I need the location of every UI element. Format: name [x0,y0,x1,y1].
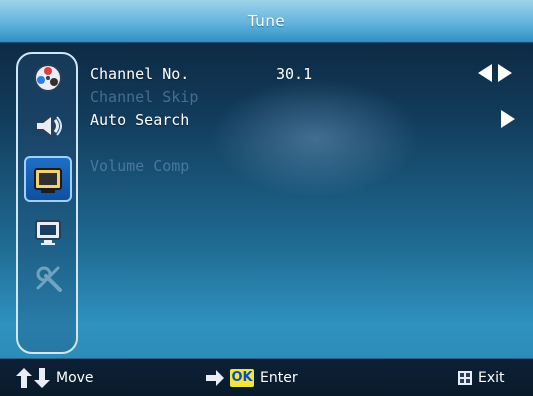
move-hint-label: Move [56,370,94,386]
menu-grid-icon [458,371,472,385]
right-arrow-icon [206,370,224,386]
menu-item-label: Channel No. [90,65,190,83]
tools-icon[interactable] [32,262,64,294]
tv-tune-icon[interactable] [32,164,64,196]
menu-item-label: Volume Comp [90,157,190,175]
color-wheel-icon[interactable] [32,62,64,94]
menu-sidebar [16,52,78,354]
exit-hint: Exit [458,359,505,396]
menu-item-label: Auto Search [90,111,190,129]
ok-badge: OK [230,369,254,387]
menu-item-channel-skip[interactable]: Channel Skip [90,86,198,108]
tv-osd-screen: Tune Channel No. 30.1 Channel Skip Auto … [0,0,533,396]
exit-hint-label: Exit [478,370,505,386]
left-right-icon[interactable] [478,64,512,82]
menu-item-auto-search[interactable]: Auto Search [90,109,189,131]
menu-item-label: Channel Skip [90,88,199,106]
menu-item-volume-comp[interactable]: Volume Comp [90,155,189,177]
menu-item-channel-no[interactable]: Channel No. [90,63,189,85]
hint-bar: Move OK Enter Exit [0,358,533,396]
enter-hint: OK Enter [206,359,298,396]
monitor-icon[interactable] [32,216,64,248]
speaker-icon[interactable] [32,110,64,142]
channel-number-value: 30.1 [276,65,313,83]
background-glow [210,78,420,198]
menu-title: Tune [247,12,286,30]
right-icon[interactable] [501,110,515,128]
up-down-arrow-icon [16,368,50,388]
title-bar: Tune [0,0,533,43]
enter-hint-label: Enter [260,370,298,386]
move-hint: Move [16,359,94,396]
